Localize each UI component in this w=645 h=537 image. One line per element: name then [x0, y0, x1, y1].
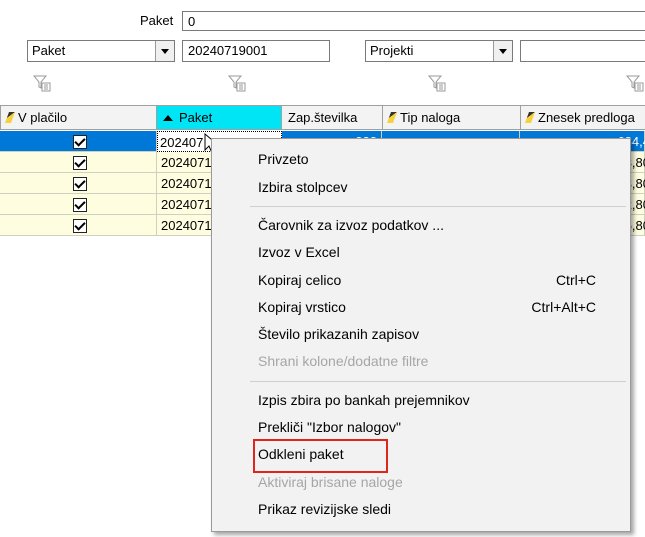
- column-header-label: Znesek predloga: [538, 110, 635, 125]
- sort-ascending-icon: [163, 115, 173, 121]
- column-header-tip-naloga[interactable]: Tip naloga: [382, 105, 521, 130]
- shortcut-kopiraj-vrstico: Ctrl+Alt+C: [531, 299, 596, 315]
- column-header-label: Paket: [179, 110, 213, 125]
- projekti-select[interactable]: Projekti: [365, 40, 513, 62]
- menu-item-carovnik-izvoz[interactable]: Čarovnik za izvoz podatkov ...: [258, 217, 444, 233]
- edit-pen-icon: [4, 112, 16, 123]
- column-filter-icon[interactable]: [427, 73, 447, 93]
- dropdown-button[interactable]: [493, 41, 512, 61]
- menu-item-kopiraj-celico[interactable]: Kopiraj celico: [258, 272, 341, 288]
- cell-v-placilo[interactable]: [0, 215, 157, 236]
- cell-paket-text: 202407: [160, 135, 204, 150]
- column-filter-icon[interactable]: [625, 73, 645, 93]
- column-header-label: V plačilo: [18, 110, 68, 125]
- menu-item-izbira-stolpcev[interactable]: Izbira stolpcev: [258, 179, 347, 195]
- checkbox-checked[interactable]: [73, 219, 87, 233]
- checkbox-checked[interactable]: [73, 198, 87, 212]
- edit-pen-icon: [524, 112, 536, 123]
- cell-paket-text: 2024071: [161, 197, 212, 212]
- menu-separator: [250, 206, 626, 207]
- chevron-down-icon: [499, 48, 507, 54]
- paket-label: Paket: [140, 13, 174, 28]
- menu-item-stevilo-zapisov[interactable]: Število prikazanih zapisov: [258, 326, 419, 342]
- checkbox-checked[interactable]: [73, 135, 87, 149]
- cell-v-placilo[interactable]: [0, 131, 157, 152]
- paket-input[interactable]: 0: [182, 11, 645, 31]
- menu-item-izpis-zbira[interactable]: Izpis zbira po bankah prejemnikov: [258, 392, 470, 408]
- cell-paket-text: 2024071: [161, 218, 212, 233]
- menu-item-izvoz-excel[interactable]: Izvoz v Excel: [258, 244, 340, 260]
- column-header-znesek-predloga[interactable]: Znesek predloga: [520, 105, 645, 130]
- cell-v-placilo[interactable]: [0, 173, 157, 194]
- filter-field-select[interactable]: Paket: [27, 40, 175, 62]
- filter-value-input[interactable]: 20240719001: [182, 40, 330, 62]
- column-header-label: Zap.številka: [288, 110, 358, 125]
- column-filter-icon[interactable]: [32, 73, 52, 93]
- menu-item-privzeto[interactable]: Privzeto: [258, 151, 309, 167]
- checkbox-checked[interactable]: [73, 177, 87, 191]
- cell-paket-text: 2024071: [161, 155, 212, 170]
- menu-item-kopiraj-vrstico[interactable]: Kopiraj vrstico: [258, 299, 346, 315]
- column-header-label: Tip naloga: [400, 110, 461, 125]
- projekti-select-value: Projekti: [370, 43, 414, 58]
- cell-v-placilo[interactable]: [0, 152, 157, 173]
- column-header-v-placilo[interactable]: V plačilo: [0, 105, 157, 130]
- menu-separator: [250, 381, 626, 382]
- filter-field-select-value: Paket: [32, 43, 66, 58]
- checkbox-checked[interactable]: [73, 156, 87, 170]
- cell-v-placilo[interactable]: [0, 194, 157, 215]
- menu-item-aktiviraj-brisane: Aktiviraj brisane naloge: [258, 474, 403, 490]
- projekti-input[interactable]: [520, 40, 645, 62]
- menu-item-revizijska-sled[interactable]: Prikaz revizijske sledi: [258, 501, 391, 517]
- column-filter-icon[interactable]: [227, 73, 247, 93]
- chevron-down-icon: [161, 48, 169, 54]
- menu-item-preklici-izbor[interactable]: Prekliči "Izbor nalogov": [258, 419, 401, 435]
- shortcut-kopiraj-celico: Ctrl+C: [555, 272, 596, 288]
- dropdown-button[interactable]: [155, 41, 174, 61]
- cell-paket-text: 2024071: [161, 176, 212, 191]
- edit-pen-icon: [386, 112, 398, 123]
- column-header-paket[interactable]: Paket: [156, 105, 282, 130]
- menu-item-odkleni-paket[interactable]: Odkleni paket: [258, 446, 344, 462]
- context-menu: Privzeto Izbira stolpcev Čarovnik za izv…: [211, 138, 631, 532]
- column-header-zap-stevilka[interactable]: Zap.številka: [281, 105, 383, 130]
- menu-item-shrani-kolone: Shrani kolone/dodatne filtre: [258, 353, 429, 369]
